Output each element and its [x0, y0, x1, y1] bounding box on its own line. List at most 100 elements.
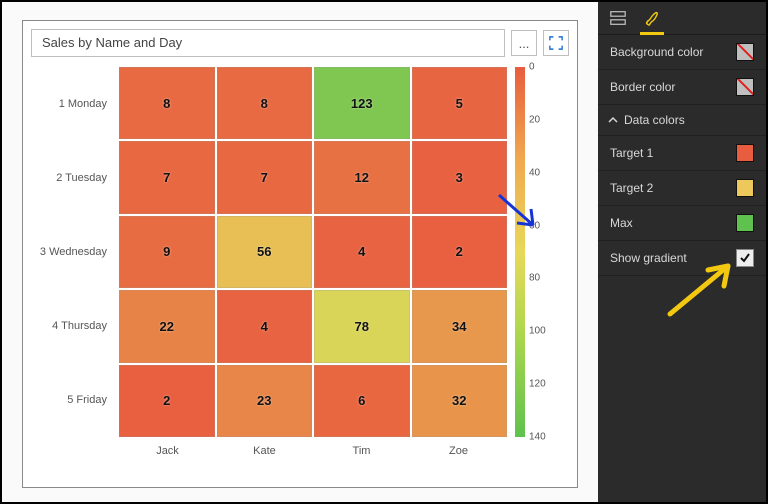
heatmap-cell[interactable]: 78 — [314, 290, 410, 362]
format-pane: Background color Border color Data color… — [598, 2, 766, 502]
heatmap-cell[interactable]: 8 — [217, 67, 313, 139]
heatmap-visual[interactable]: Sales by Name and Day ... 1 Monday2 Tues… — [22, 20, 578, 488]
tab-format[interactable] — [642, 8, 662, 28]
paint-brush-icon — [643, 9, 661, 27]
cell-value: 34 — [452, 319, 466, 334]
label-target1: Target 1 — [610, 146, 653, 160]
label-target2: Target 2 — [610, 181, 653, 195]
cell-value: 123 — [351, 96, 373, 111]
cell-value: 78 — [355, 319, 369, 334]
heatmap-grid: 88123577123956422247834223632 — [119, 67, 507, 437]
x-axis-label: Kate — [216, 445, 313, 457]
cell-value: 22 — [160, 319, 174, 334]
heatmap-cell[interactable]: 123 — [314, 67, 410, 139]
cell-value: 3 — [456, 170, 463, 185]
color-legend: 020406080100120140 — [509, 67, 553, 437]
cell-value: 23 — [257, 393, 271, 408]
section-data-colors[interactable]: Data colors — [598, 105, 766, 136]
y-axis-labels: 1 Monday2 Tuesday3 Wednesday4 Thursday5 … — [31, 67, 115, 437]
cell-value: 7 — [261, 170, 268, 185]
swatch-background-color[interactable] — [736, 43, 754, 61]
tab-fields[interactable] — [608, 8, 628, 28]
y-axis-label: 5 Friday — [31, 363, 115, 437]
fields-icon — [609, 9, 627, 27]
cell-value: 56 — [257, 244, 271, 259]
y-axis-label: 1 Monday — [31, 67, 115, 141]
legend-tick: 60 — [529, 220, 540, 231]
label-show-gradient: Show gradient — [610, 251, 687, 265]
focus-mode-icon — [549, 36, 563, 50]
check-icon — [739, 252, 751, 264]
y-axis-label: 2 Tuesday — [31, 141, 115, 215]
legend-tick: 0 — [529, 62, 535, 73]
swatch-max[interactable] — [736, 214, 754, 232]
legend-tick: 140 — [529, 432, 546, 443]
heatmap-cell[interactable]: 7 — [217, 141, 313, 213]
heatmap-cell[interactable]: 56 — [217, 216, 313, 288]
heatmap-cell[interactable]: 2 — [412, 216, 508, 288]
legend-tick: 20 — [529, 114, 540, 125]
x-axis-label: Zoe — [410, 445, 507, 457]
x-axis-label: Jack — [119, 445, 216, 457]
focus-mode-button[interactable] — [543, 30, 569, 56]
swatch-border-color[interactable] — [736, 78, 754, 96]
visual-header: Sales by Name and Day ... — [31, 29, 569, 57]
heatmap-cell[interactable]: 3 — [412, 141, 508, 213]
cell-value: 4 — [261, 319, 268, 334]
heatmap-cell[interactable]: 4 — [217, 290, 313, 362]
cell-value: 12 — [355, 170, 369, 185]
cell-value: 32 — [452, 393, 466, 408]
heatmap-cell[interactable]: 2 — [119, 365, 215, 437]
ellipsis-icon: ... — [519, 36, 530, 51]
cell-value: 7 — [163, 170, 170, 185]
visual-title: Sales by Name and Day — [31, 29, 505, 57]
y-axis-label: 4 Thursday — [31, 289, 115, 363]
row-max[interactable]: Max — [598, 206, 766, 241]
cell-value: 9 — [163, 244, 170, 259]
chart-area: 1 Monday2 Tuesday3 Wednesday4 Thursday5 … — [31, 67, 569, 479]
cell-value: 5 — [456, 96, 463, 111]
color-legend-bar — [515, 67, 525, 437]
y-axis-label: 3 Wednesday — [31, 215, 115, 289]
heatmap-cell[interactable]: 6 — [314, 365, 410, 437]
swatch-target1[interactable] — [736, 144, 754, 162]
cell-value: 6 — [358, 393, 365, 408]
x-axis-label: Tim — [313, 445, 410, 457]
color-legend-ticks: 020406080100120140 — [529, 67, 553, 437]
cell-value: 2 — [456, 244, 463, 259]
cell-value: 8 — [261, 96, 268, 111]
heatmap-cell[interactable]: 23 — [217, 365, 313, 437]
label-background-color: Background color — [610, 45, 703, 59]
row-show-gradient[interactable]: Show gradient — [598, 241, 766, 276]
report-canvas: Sales by Name and Day ... 1 Monday2 Tues… — [2, 2, 598, 502]
more-options-button[interactable]: ... — [511, 30, 537, 56]
chevron-up-icon — [608, 115, 618, 125]
heatmap-cell[interactable]: 7 — [119, 141, 215, 213]
heatmap-cell[interactable]: 9 — [119, 216, 215, 288]
label-border-color: Border color — [610, 80, 675, 94]
row-border-color[interactable]: Border color — [598, 70, 766, 105]
heatmap-cell[interactable]: 4 — [314, 216, 410, 288]
x-axis-labels: JackKateTimZoe — [119, 445, 507, 457]
legend-tick: 120 — [529, 379, 546, 390]
cell-value: 4 — [358, 244, 365, 259]
heatmap-cell[interactable]: 8 — [119, 67, 215, 139]
cell-value: 2 — [163, 393, 170, 408]
heatmap-cell[interactable]: 22 — [119, 290, 215, 362]
legend-tick: 100 — [529, 326, 546, 337]
checkbox-show-gradient[interactable] — [736, 249, 754, 267]
heatmap-cell[interactable]: 12 — [314, 141, 410, 213]
heatmap-cell[interactable]: 32 — [412, 365, 508, 437]
legend-tick: 40 — [529, 167, 540, 178]
heatmap-cell[interactable]: 34 — [412, 290, 508, 362]
cell-value: 8 — [163, 96, 170, 111]
row-target1[interactable]: Target 1 — [598, 136, 766, 171]
row-background-color[interactable]: Background color — [598, 35, 766, 70]
label-max: Max — [610, 216, 633, 230]
row-target2[interactable]: Target 2 — [598, 171, 766, 206]
legend-tick: 80 — [529, 273, 540, 284]
app-root: Sales by Name and Day ... 1 Monday2 Tues… — [0, 0, 768, 504]
swatch-target2[interactable] — [736, 179, 754, 197]
heatmap-cell[interactable]: 5 — [412, 67, 508, 139]
label-data-colors: Data colors — [624, 113, 685, 127]
